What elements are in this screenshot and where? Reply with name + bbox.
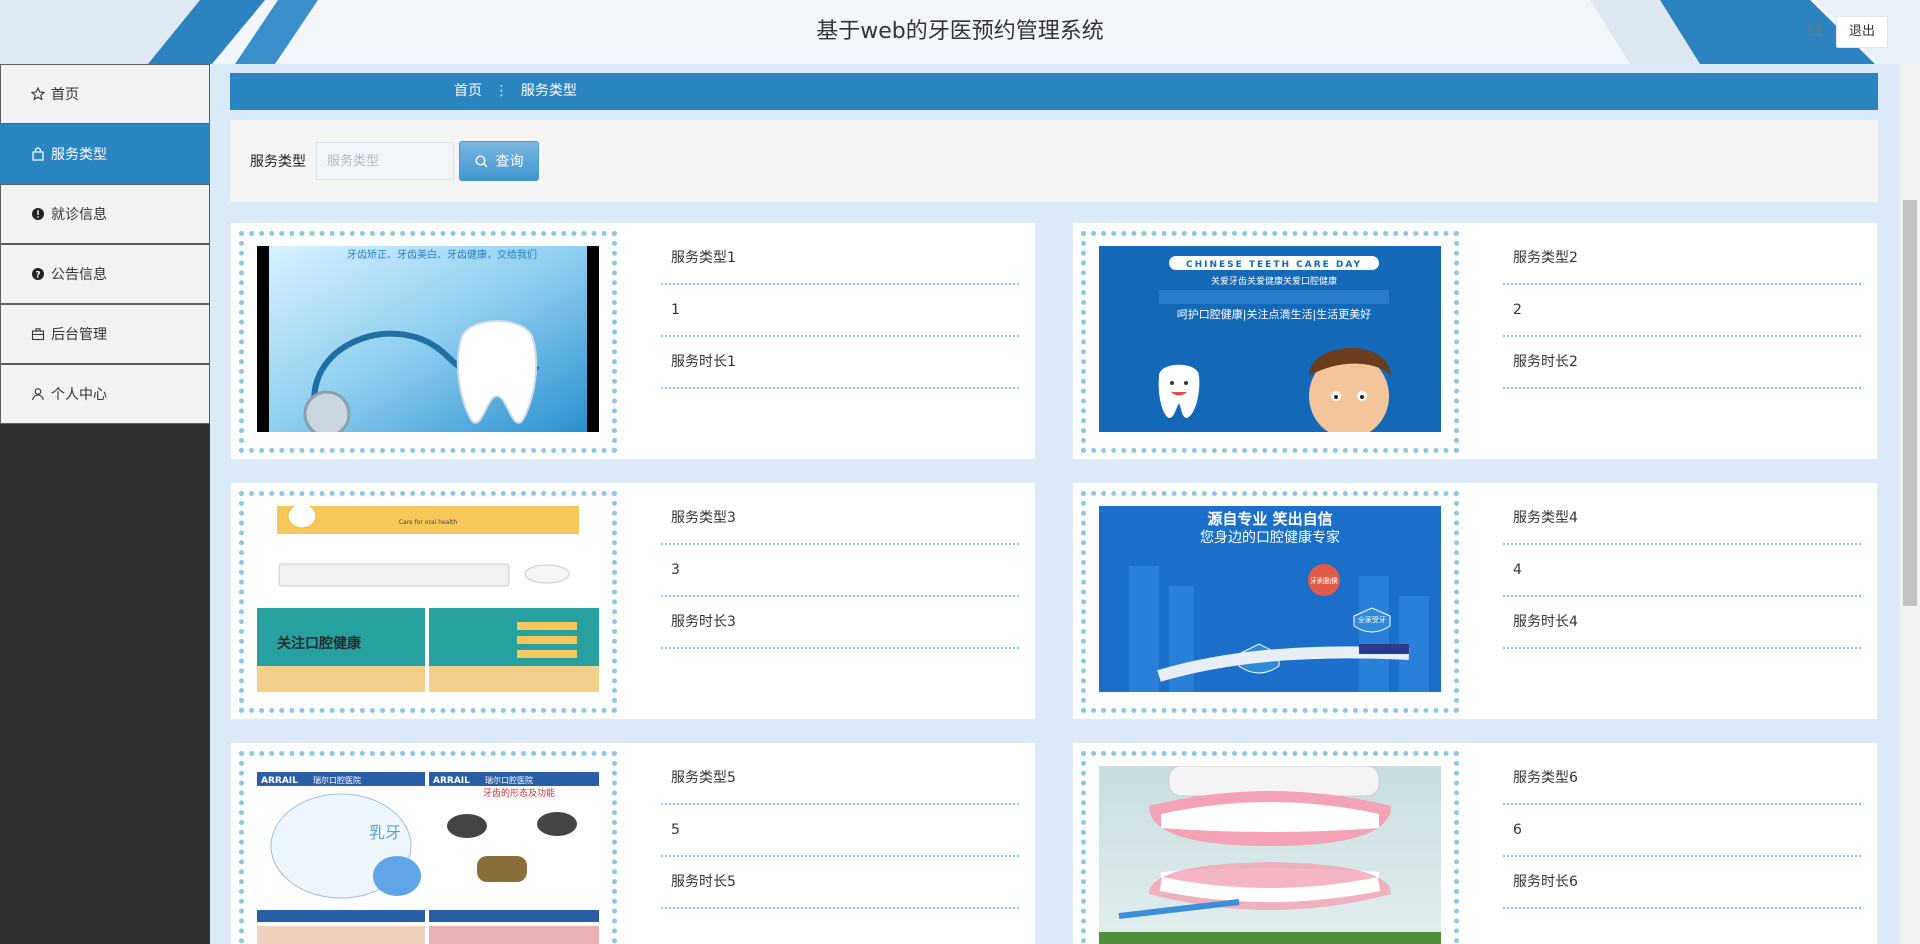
service-image-frame: 源自专业 笑出自信 您身边的口腔健康专家 睡前刷牙 牙刷勤换 全家受牙 — [1081, 491, 1459, 713]
svg-text:ARRAIL: ARRAIL — [433, 776, 470, 786]
svg-text:瑞尔口腔医院: 瑞尔口腔医院 — [313, 775, 361, 785]
service-type-number: 2 — [1503, 285, 1861, 337]
service-info: 服务类型3 3 服务时长3 — [661, 493, 1019, 649]
search-bar: 服务类型 查询 — [230, 120, 1878, 202]
service-card[interactable]: ARRAIL ARRAIL 瑞尔口腔医院 瑞尔口腔医院 牙齿的形态及功能 乳牙 — [230, 742, 1036, 944]
breadcrumb-separator: ⋮ — [494, 83, 509, 99]
search-button-label: 查询 — [495, 154, 524, 170]
sidebar-item-profile[interactable]: 个人中心 — [0, 364, 210, 424]
search-button[interactable]: 查询 — [459, 141, 539, 181]
service-image-stethoscope: 牙齿矫正、牙齿美白、牙齿健康，交给我们 — [257, 246, 599, 438]
logout-button[interactable]: 退出 — [1836, 16, 1888, 48]
svg-text:Care for oral health: Care for oral health — [399, 519, 458, 526]
star-icon — [31, 87, 45, 101]
svg-text:?: ? — [35, 271, 40, 281]
sidebar-item-label: 公告信息 — [51, 267, 107, 283]
sidebar-item-label: 服务类型 — [51, 147, 107, 163]
service-duration: 服务时长3 — [661, 597, 1019, 649]
service-duration: 服务时长4 — [1503, 597, 1861, 649]
service-image-frame: Care for oral health 关注口腔健康 — [239, 491, 617, 713]
sidebar-item-label: 后台管理 — [51, 327, 107, 343]
service-type-name: 服务类型3 — [661, 493, 1019, 545]
username: 11 — [1805, 24, 1823, 40]
service-info: 服务类型4 4 服务时长4 — [1503, 493, 1861, 649]
alert-circle-icon — [32, 208, 44, 220]
scrollbar-thumb[interactable] — [1903, 200, 1917, 606]
breadcrumb: 首页 ⋮ 服务类型 — [230, 73, 1878, 110]
breadcrumb-home-link[interactable]: 首页 — [454, 83, 482, 99]
service-info: 服务类型6 6 服务时长6 — [1503, 753, 1861, 909]
service-type-number: 1 — [661, 285, 1019, 337]
sidebar-item-label: 首页 — [51, 87, 79, 103]
service-image-oral-health-banners: Care for oral health 关注口腔健康 — [257, 506, 599, 698]
service-type-number: 3 — [661, 545, 1019, 597]
sidebar: 首页 服务类型 就诊信息 ? 公告信息 后台管理 个人中心 — [0, 64, 210, 944]
search-icon — [474, 154, 487, 167]
svg-text:呵护口腔健康|关注点滴生活|生活更美好: 呵护口腔健康|关注点滴生活|生活更美好 — [1177, 307, 1371, 321]
service-image-frame: 牙齿矫正、牙齿美白、牙齿健康，交给我们 — [239, 231, 617, 453]
service-type-number: 4 — [1503, 545, 1861, 597]
page-scrollbar[interactable] — [1900, 64, 1920, 944]
service-image-frame: CHINESE TEETH CARE DAY 关爱牙齿关爱健康关爱口腔健康 呵护… — [1081, 231, 1459, 453]
service-type-name: 服务类型6 — [1503, 753, 1861, 805]
service-image-frame — [1081, 751, 1459, 944]
svg-text:您身边的口腔健康专家: 您身边的口腔健康专家 — [1200, 529, 1340, 546]
service-card[interactable]: 服务类型6 6 服务时长6 — [1072, 742, 1878, 944]
sidebar-item-label: 就诊信息 — [51, 207, 107, 223]
svg-text:ARRAIL: ARRAIL — [261, 776, 298, 786]
svg-text:关爱牙齿关爱健康关爱口腔健康: 关爱牙齿关爱健康关爱口腔健康 — [1211, 275, 1337, 287]
service-image-oral-health-expert: 源自专业 笑出自信 您身边的口腔健康专家 睡前刷牙 牙刷勤换 全家受牙 — [1099, 506, 1441, 698]
search-label: 服务类型 — [250, 154, 306, 170]
svg-text:CHINESE TEETH CARE DAY: CHINESE TEETH CARE DAY — [1186, 260, 1362, 270]
service-type-name: 服务类型4 — [1503, 493, 1861, 545]
sidebar-item-visit-info[interactable]: 就诊信息 — [0, 184, 210, 244]
service-info: 服务类型1 1 服务时长1 — [661, 233, 1019, 389]
service-image-frame: ARRAIL ARRAIL 瑞尔口腔医院 瑞尔口腔医院 牙齿的形态及功能 乳牙 — [239, 751, 617, 944]
service-card[interactable]: 源自专业 笑出自信 您身边的口腔健康专家 睡前刷牙 牙刷勤换 全家受牙 服务类型… — [1072, 482, 1878, 720]
svg-text:关注口腔健康: 关注口腔健康 — [277, 635, 362, 652]
service-duration: 服务时长1 — [661, 337, 1019, 389]
service-card[interactable]: Care for oral health 关注口腔健康 服务类型3 3 服务时长… — [230, 482, 1036, 720]
service-image-dental-leaflets: ARRAIL ARRAIL 瑞尔口腔医院 瑞尔口腔医院 牙齿的形态及功能 乳牙 — [257, 766, 599, 944]
service-type-name: 服务类型5 — [661, 753, 1019, 805]
sidebar-item-home[interactable]: 首页 — [0, 64, 210, 124]
service-card[interactable]: 牙齿矫正、牙齿美白、牙齿健康，交给我们 服务类型1 1 服务时长1 — [230, 222, 1036, 460]
svg-text:瑞尔口腔医院: 瑞尔口腔医院 — [485, 775, 533, 785]
sidebar-item-admin[interactable]: 后台管理 — [0, 304, 210, 364]
sidebar-item-announcements[interactable]: ? 公告信息 — [0, 244, 210, 304]
service-info: 服务类型5 5 服务时长5 — [661, 753, 1019, 909]
bag-icon — [32, 147, 44, 161]
service-image-teeth-care-day: CHINESE TEETH CARE DAY 关爱牙齿关爱健康关爱口腔健康 呵护… — [1099, 246, 1441, 438]
user-icon — [32, 388, 44, 401]
service-duration: 服务时长2 — [1503, 337, 1861, 389]
service-info: 服务类型2 2 服务时长2 — [1503, 233, 1861, 389]
service-type-name: 服务类型1 — [661, 233, 1019, 285]
service-type-number: 5 — [661, 805, 1019, 857]
sidebar-item-service-types[interactable]: 服务类型 — [0, 124, 210, 184]
svg-text:源自专业 笑出自信: 源自专业 笑出自信 — [1207, 510, 1332, 528]
svg-text:乳牙: 乳牙 — [369, 823, 401, 842]
breadcrumb-current: 服务类型 — [520, 83, 577, 99]
svg-text:牙齿的形态及功能: 牙齿的形态及功能 — [483, 787, 555, 799]
main-content: 首页 ⋮ 服务类型 服务类型 查询 牙齿矫正、牙齿美白、牙齿健康，交给我们 — [210, 64, 1900, 944]
service-duration: 服务时长5 — [661, 857, 1019, 909]
service-image-dentures-model — [1099, 766, 1441, 944]
service-type-number: 6 — [1503, 805, 1861, 857]
help-circle-icon: ? — [32, 268, 44, 281]
svg-text:全家受牙: 全家受牙 — [1358, 615, 1386, 624]
svg-text:牙齿矫正、牙齿美白、牙齿健康，交给我们: 牙齿矫正、牙齿美白、牙齿健康，交给我们 — [347, 248, 537, 261]
service-card[interactable]: CHINESE TEETH CARE DAY 关爱牙齿关爱健康关爱口腔健康 呵护… — [1072, 222, 1878, 460]
service-duration: 服务时长6 — [1503, 857, 1861, 909]
svg-text:牙刷勤换: 牙刷勤换 — [1310, 576, 1338, 585]
sidebar-item-label: 个人中心 — [51, 387, 107, 403]
service-type-name: 服务类型2 — [1503, 233, 1861, 285]
briefcase-icon — [31, 328, 45, 341]
service-type-search-input[interactable] — [316, 142, 454, 180]
app-title: 基于web的牙医预约管理系统 — [816, 19, 1104, 44]
top-header: 基于web的牙医预约管理系统 11 退出 — [0, 0, 1920, 64]
